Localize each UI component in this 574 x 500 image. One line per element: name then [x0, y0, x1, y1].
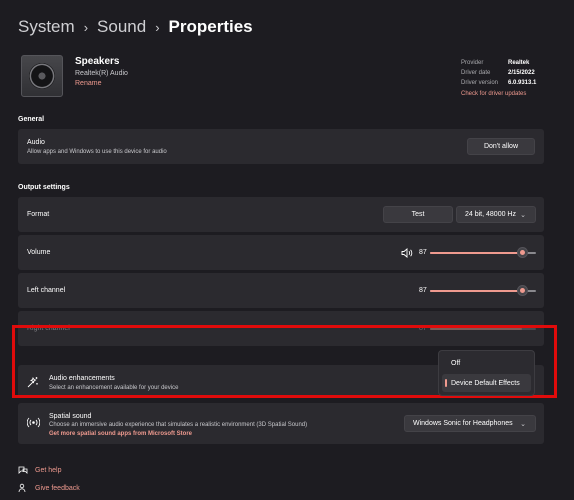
- volume-card: Volume 87: [18, 235, 544, 270]
- chevron-down-icon: ⌄: [520, 420, 526, 428]
- enhancement-option-label: Off: [451, 359, 461, 367]
- audio-label: Audio: [27, 139, 45, 146]
- get-help-label: Get help: [35, 466, 62, 474]
- device-subtitle: Realtek(R) Audio: [75, 70, 128, 77]
- volume-slider-thumb[interactable]: [517, 247, 529, 258]
- enhancement-option-label: Device Default Effects: [451, 379, 520, 387]
- audio-enhancements-flyout: Off Device Default Effects: [438, 350, 535, 396]
- left-channel-slider-thumb[interactable]: [517, 285, 529, 296]
- spatial-sound-icon: [27, 417, 40, 428]
- breadcrumb: System › Sound › Properties: [18, 16, 253, 38]
- spatial-sound-label: Spatial sound: [49, 413, 92, 420]
- breadcrumb-system[interactable]: System: [18, 17, 75, 37]
- format-value: 24 bit, 48000 Hz: [465, 211, 516, 218]
- selected-indicator: [445, 379, 447, 387]
- spatial-sound-value: Windows Sonic for Headphones: [413, 420, 513, 427]
- get-help-link[interactable]: Get help: [18, 465, 61, 475]
- test-button[interactable]: Test: [383, 206, 453, 223]
- audio-description: Allow apps and Windows to use this devic…: [27, 149, 167, 155]
- output-section-title: Output settings: [18, 184, 70, 191]
- format-dropdown[interactable]: 24 bit, 48000 Hz ⌄: [456, 206, 536, 223]
- left-channel-value: 87: [419, 287, 427, 294]
- check-driver-updates-link[interactable]: Check for driver updates: [461, 89, 536, 99]
- device-name: Speakers: [75, 56, 120, 67]
- left-channel-slider-fill: [430, 290, 523, 292]
- spatial-sound-dropdown[interactable]: Windows Sonic for Headphones ⌄: [404, 415, 536, 432]
- left-channel-label: Left channel: [27, 287, 66, 294]
- chevron-right-icon: ›: [155, 19, 160, 35]
- enhancement-option-off[interactable]: Off: [442, 354, 531, 372]
- chevron-down-icon: ⌄: [520, 211, 526, 219]
- driver-version-value: 6.0.9313.1: [508, 80, 537, 86]
- driver-date-label: Driver date: [461, 70, 491, 76]
- page-title: Properties: [168, 17, 253, 36]
- volume-slider-fill: [430, 252, 523, 254]
- driver-date-value: 2/15/2022: [508, 70, 535, 76]
- chevron-right-icon: ›: [83, 19, 89, 35]
- provider-label: Provider: [461, 60, 484, 66]
- enhancement-option-device-default[interactable]: Device Default Effects: [442, 374, 531, 392]
- general-section-title: General: [18, 116, 45, 123]
- volume-slider[interactable]: [430, 247, 536, 258]
- speaker-device-icon: [21, 55, 63, 97]
- volume-value: 87: [419, 249, 427, 256]
- rename-link[interactable]: Rename: [75, 80, 101, 87]
- volume-icon[interactable]: [401, 248, 413, 258]
- microsoft-store-link[interactable]: Get more spatial sound apps from Microso…: [49, 431, 192, 437]
- driver-info: Provider Realtek Driver date 2/15/2022 D…: [461, 58, 536, 99]
- left-channel-card: Left channel 87: [18, 273, 544, 308]
- dont-allow-button[interactable]: Don't allow: [467, 138, 535, 155]
- spatial-sound-card: Spatial sound Choose an immersive audio …: [18, 403, 544, 444]
- provider-value: Realtek: [508, 60, 530, 66]
- spatial-sound-description: Choose an immersive audio experience tha…: [49, 422, 308, 428]
- give-feedback-link[interactable]: Give feedback: [18, 483, 80, 493]
- feedback-icon: [18, 483, 26, 493]
- give-feedback-label: Give feedback: [35, 484, 80, 492]
- volume-label: Volume: [27, 249, 51, 256]
- audio-allow-card: Audio Allow apps and Windows to use this…: [18, 129, 544, 164]
- help-icon: [18, 466, 28, 474]
- format-card: Format Test 24 bit, 48000 Hz ⌄: [18, 197, 544, 232]
- format-label: Format: [27, 211, 50, 218]
- driver-version-label: Driver version: [461, 80, 499, 86]
- left-channel-slider[interactable]: [430, 285, 536, 296]
- breadcrumb-sound[interactable]: Sound: [97, 17, 146, 37]
